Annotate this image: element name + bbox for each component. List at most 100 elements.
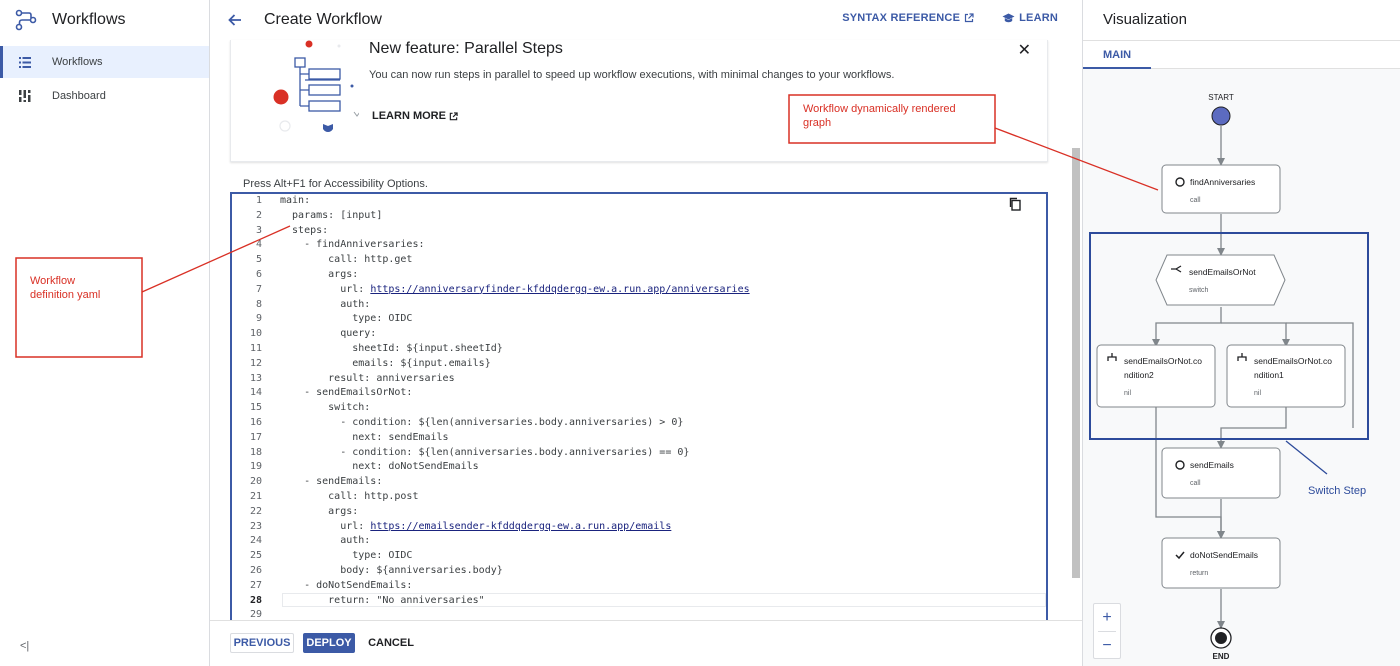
editor-line[interactable]: 22 args:	[232, 505, 1046, 520]
learn-link[interactable]: LEARN	[1002, 12, 1058, 24]
learn-label: LEARN	[1019, 12, 1058, 24]
editor-line[interactable]: 10 query:	[232, 327, 1046, 342]
node-type: switch	[1189, 287, 1209, 294]
editor-lines: 1 main: 2 params: [input] 3 steps: 4 - findA…	[232, 194, 1046, 623]
editor-line[interactable]: 26 body: ${anniversaries.body}	[232, 564, 1046, 579]
code-text: next: doNotSendEmails	[280, 461, 479, 473]
line-number: 2	[255, 209, 262, 221]
node-find-anniversaries[interactable]: findAnniversaries call	[1161, 164, 1281, 214]
nav-title: Workflows	[52, 11, 126, 28]
editor-line[interactable]: 5 call: http.get	[232, 253, 1046, 268]
node-name: sendEmails	[1190, 460, 1234, 470]
cancel-button[interactable]: CANCEL	[364, 633, 418, 653]
close-icon[interactable]: ✕	[1018, 40, 1031, 60]
zoom-in-button[interactable]: +	[1094, 604, 1120, 631]
line-number: 12	[249, 357, 262, 369]
current-line-highlight	[282, 593, 1046, 607]
node-condition1[interactable]: sendEmailsOrNot.co ndition1 nil	[1226, 344, 1346, 408]
editor-line[interactable]: 12 emails: ${input.emails}	[232, 357, 1046, 372]
code-editor[interactable]: 1 main: 2 params: [input] 3 steps: 4 - findA…	[230, 192, 1048, 624]
line-number: 3	[255, 224, 262, 236]
code-text: auth:	[280, 535, 371, 547]
node-send-emails[interactable]: sendEmails call	[1161, 447, 1281, 499]
line-number: 27	[249, 579, 262, 591]
editor-line[interactable]: 23 url: https://emailsender-kfddqdergq-e…	[232, 520, 1046, 535]
editor-line[interactable]: 19 next: doNotSendEmails	[232, 460, 1046, 475]
zoom-controls: + −	[1093, 603, 1121, 659]
zoom-out-button[interactable]: −	[1094, 632, 1120, 659]
editor-line[interactable]: 15 switch:	[232, 401, 1046, 416]
line-code: args:	[280, 505, 358, 520]
line-number: 1	[255, 195, 262, 206]
editor-line[interactable]: 17 next: sendEmails	[232, 431, 1046, 446]
editor-line[interactable]: 27 - doNotSendEmails:	[232, 579, 1046, 594]
line-code: call: http.post	[280, 490, 418, 505]
node-type: call	[1190, 197, 1201, 204]
editor-line[interactable]: 25 type: OIDC	[232, 549, 1046, 564]
line-number: 13	[249, 372, 262, 384]
workflows-logo-icon	[15, 9, 37, 31]
page-title: Create Workflow	[264, 11, 382, 28]
code-url-link[interactable]: https://emailsender-kfddqdergq-ew.a.run.…	[370, 521, 671, 532]
line-code: url: https://anniversaryfinder-kfddqderg…	[280, 283, 749, 298]
syntax-reference-link[interactable]: SYNTAX REFERENCE	[842, 12, 974, 24]
copy-icon[interactable]	[1008, 197, 1022, 211]
line-code: - sendEmailsOrNot:	[280, 386, 412, 401]
collapse-nav-button[interactable]: <|	[20, 640, 29, 652]
node-type: nil	[1124, 390, 1131, 397]
code-text: - sendEmails:	[280, 476, 383, 488]
tab-main[interactable]: MAIN	[1103, 49, 1131, 61]
line-code: auth:	[280, 534, 370, 549]
dashboard-icon	[18, 89, 32, 103]
editor-line[interactable]: 6 args:	[232, 268, 1046, 283]
editor-line[interactable]: 7 url: https://anniversaryfinder-kfddqde…	[232, 283, 1046, 298]
line-code: emails: ${input.emails}	[280, 357, 490, 372]
line-number: 22	[249, 505, 262, 517]
editor-line[interactable]: 13 result: anniversaries	[232, 372, 1046, 387]
node-switch-send-emails-or-not[interactable]: sendEmailsOrNot switch	[1155, 254, 1286, 306]
node-type: nil	[1254, 390, 1261, 397]
sidebar-item-label: Workflows	[52, 56, 103, 68]
editor-scrollbar[interactable]	[1072, 148, 1080, 578]
editor-line[interactable]: 9 type: OIDC	[232, 312, 1046, 327]
learn-more-link[interactable]: LEARN MORE	[372, 110, 458, 122]
code-text: - condition: ${len(anniversaries.body.an…	[280, 446, 690, 458]
line-code: auth:	[280, 298, 370, 313]
editor-line[interactable]: 1 main:	[232, 194, 1046, 209]
editor-line[interactable]: 4 - findAnniversaries:	[232, 238, 1046, 253]
workflow-graph-canvas[interactable]: START findAnniversaries call sendEmailsO…	[1083, 69, 1400, 666]
line-code: next: sendEmails	[280, 431, 448, 446]
editor-line[interactable]: 21 call: http.post	[232, 490, 1046, 505]
line-number: 28	[249, 594, 262, 606]
code-url-link[interactable]: https://anniversaryfinder-kfddqdergq-ew.…	[370, 284, 749, 295]
line-number: 4	[255, 239, 262, 251]
end-label: END	[1213, 652, 1230, 661]
editor-line[interactable]: 3 steps:	[232, 224, 1046, 239]
line-code: type: OIDC	[280, 312, 412, 327]
editor-line[interactable]: 2 params: [input]	[232, 209, 1046, 224]
back-arrow-icon[interactable]	[226, 11, 244, 29]
node-condition2[interactable]: sendEmailsOrNot.co ndition2 nil	[1096, 344, 1216, 408]
line-code: steps:	[280, 224, 328, 239]
line-code: next: doNotSendEmails	[280, 460, 479, 475]
line-number: 25	[249, 550, 262, 562]
editor-line[interactable]: 11 sheetId: ${input.sheetId}	[232, 342, 1046, 357]
node-do-not-send-emails[interactable]: doNotSendEmails return	[1161, 537, 1281, 589]
editor-line[interactable]: 14 - sendEmailsOrNot:	[232, 386, 1046, 401]
previous-button[interactable]: PREVIOUS	[230, 633, 294, 653]
sidebar-item-dashboard[interactable]: Dashboard	[0, 80, 209, 112]
editor-line[interactable]: 18 - condition: ${len(anniversaries.body…	[232, 446, 1046, 461]
editor-line[interactable]: 24 auth:	[232, 534, 1046, 549]
start-node[interactable]	[1211, 106, 1231, 126]
code-text: call: http.post	[280, 490, 419, 502]
sidebar-item-workflows[interactable]: Workflows	[0, 46, 209, 78]
code-text: - doNotSendEmails:	[280, 579, 413, 591]
visualization-title: Visualization	[1103, 11, 1187, 28]
editor-line[interactable]: 8 auth:	[232, 298, 1046, 313]
line-number: 11	[249, 342, 262, 354]
deploy-button[interactable]: DEPLOY	[303, 633, 355, 653]
editor-line[interactable]: 16 - condition: ${len(anniversaries.body…	[232, 416, 1046, 431]
line-number: 16	[249, 416, 262, 428]
editor-line[interactable]: 20 - sendEmails:	[232, 475, 1046, 490]
line-code: url: https://emailsender-kfddqdergq-ew.a…	[280, 520, 671, 535]
